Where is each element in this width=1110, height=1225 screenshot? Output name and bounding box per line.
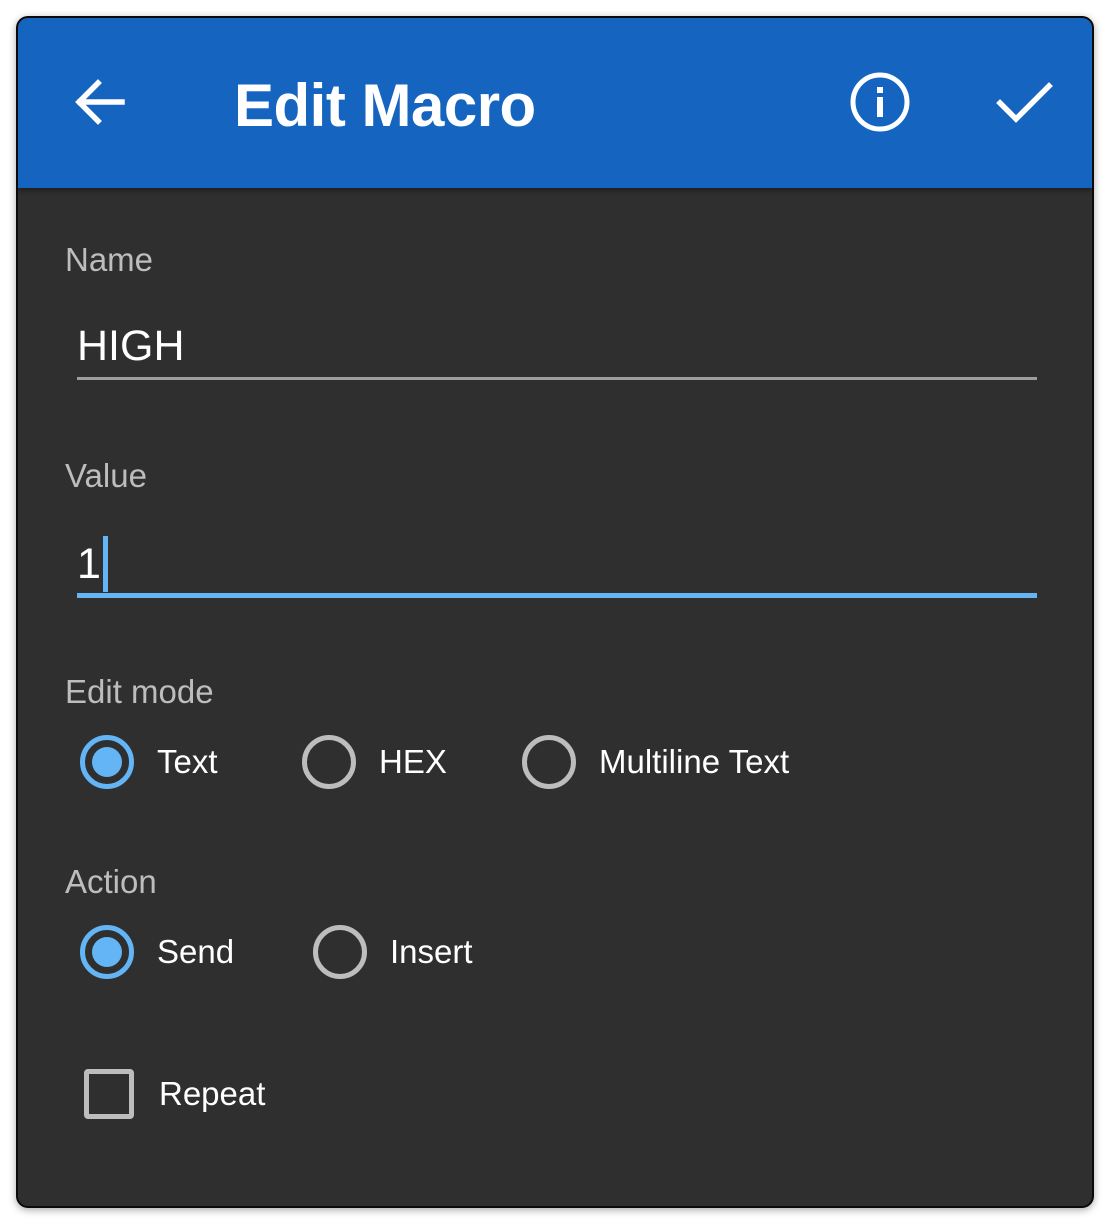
radio-edit-mode-hex[interactable]: HEX	[302, 730, 447, 794]
app-bar: Edit Macro	[18, 18, 1092, 188]
checkbox-unchecked-icon	[84, 1069, 134, 1119]
radio-action-send[interactable]: Send	[80, 920, 234, 984]
confirm-button[interactable]	[986, 64, 1062, 140]
repeat-label: Repeat	[159, 1075, 266, 1112]
radio-dot	[92, 747, 122, 777]
name-underline	[77, 377, 1037, 380]
value-field[interactable]: 1	[77, 534, 1037, 598]
text-cursor	[102, 536, 108, 592]
value-text-wrap: 1	[77, 534, 108, 594]
radio-label-text: Text	[157, 743, 218, 780]
radio-checked-icon	[80, 735, 134, 789]
radio-edit-mode-text[interactable]: Text	[80, 730, 218, 794]
value-value: 1	[77, 540, 101, 588]
radio-checked-icon	[80, 925, 134, 979]
name-value: HIGH	[77, 322, 185, 370]
back-button[interactable]	[62, 64, 138, 140]
edit-macro-dialog: Edit Macro Name HIGH Value 1 Edit mode T…	[16, 16, 1094, 1208]
info-circle-icon	[850, 72, 910, 132]
info-button[interactable]	[842, 64, 918, 140]
checkmark-icon	[996, 82, 1053, 123]
radio-action-insert[interactable]: Insert	[313, 920, 473, 984]
value-label: Value	[65, 457, 147, 494]
arrow-left-icon	[75, 79, 125, 125]
radio-dot	[92, 937, 122, 967]
radio-edit-mode-multiline[interactable]: Multiline Text	[522, 730, 789, 794]
edit-mode-label: Edit mode	[65, 673, 214, 710]
radio-label-send: Send	[157, 933, 235, 970]
radio-label-hex: HEX	[379, 743, 447, 780]
radio-unchecked-icon	[302, 735, 356, 789]
radio-unchecked-icon	[313, 925, 367, 979]
value-underline	[77, 593, 1037, 598]
action-label: Action	[65, 863, 157, 900]
radio-unchecked-icon	[522, 735, 576, 789]
radio-label-multiline: Multiline Text	[599, 743, 790, 780]
radio-label-insert: Insert	[390, 933, 473, 970]
name-label: Name	[65, 241, 154, 278]
repeat-checkbox[interactable]: Repeat	[84, 1064, 265, 1124]
page-title: Edit Macro	[234, 72, 536, 139]
name-field[interactable]: HIGH	[77, 316, 1037, 380]
